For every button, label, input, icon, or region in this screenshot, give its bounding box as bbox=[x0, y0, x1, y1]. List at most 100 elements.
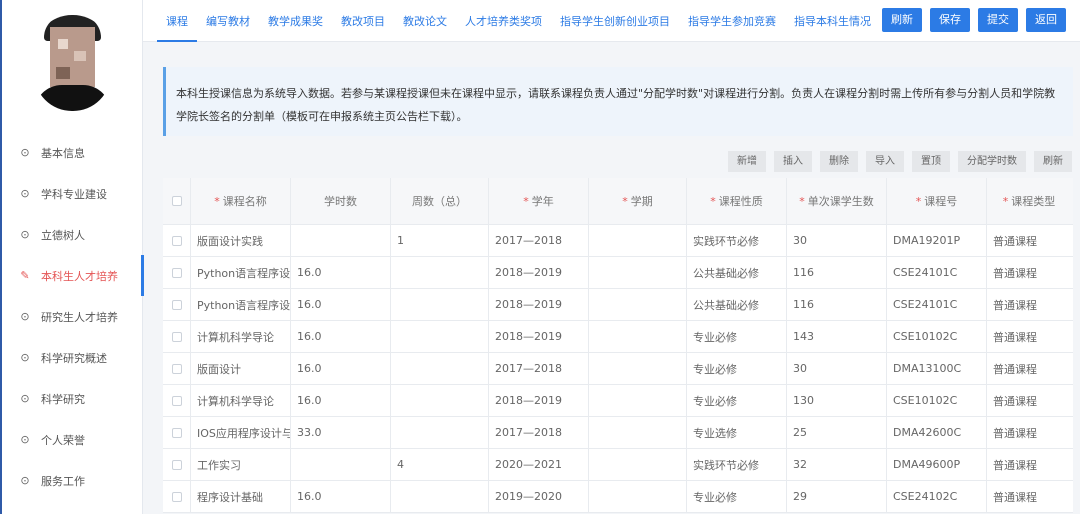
table-cell[interactable]: 2019—2020 bbox=[489, 481, 589, 512]
table-cell[interactable]: 143 bbox=[787, 321, 887, 352]
tab-item[interactable]: 课程 bbox=[157, 0, 197, 42]
row-checkbox[interactable] bbox=[163, 321, 191, 352]
tab-item[interactable]: 教改项目 bbox=[332, 0, 394, 42]
row-checkbox[interactable] bbox=[163, 481, 191, 512]
table-cell[interactable]: IOS应用程序设计与... bbox=[191, 417, 291, 448]
table-cell[interactable]: 专业必修 bbox=[687, 481, 787, 512]
table-cell[interactable] bbox=[589, 417, 687, 448]
sidebar-item[interactable]: ⊙ 科学研究概述 bbox=[0, 337, 143, 378]
table-cell[interactable]: 版面设计实践 bbox=[191, 225, 291, 256]
table-cell[interactable] bbox=[291, 449, 391, 480]
table-cell[interactable] bbox=[391, 321, 489, 352]
table-cell[interactable]: CSE24101C bbox=[887, 289, 987, 320]
action-button[interactable]: 返回 bbox=[1026, 8, 1066, 32]
table-cell[interactable]: Python语言程序设计 bbox=[191, 289, 291, 320]
table-cell[interactable] bbox=[589, 353, 687, 384]
table-cell[interactable]: 实践环节必修 bbox=[687, 449, 787, 480]
table-cell[interactable]: CSE24102C bbox=[887, 481, 987, 512]
table-cell[interactable]: 16.0 bbox=[291, 321, 391, 352]
table-cell[interactable]: 普通课程 bbox=[987, 353, 1071, 384]
table-cell[interactable] bbox=[391, 353, 489, 384]
table-cell[interactable]: 普通课程 bbox=[987, 417, 1071, 448]
table-row[interactable]: 版面设计 16.0 2017—2018 专业必修 30 DMA13100C 普通课程 bbox=[163, 353, 1073, 385]
table-cell[interactable]: 专业必修 bbox=[687, 353, 787, 384]
table-cell[interactable]: 16.0 bbox=[291, 385, 391, 416]
table-cell[interactable]: 普通课程 bbox=[987, 225, 1071, 256]
table-cell[interactable]: DMA13100C bbox=[887, 353, 987, 384]
action-button[interactable]: 提交 bbox=[978, 8, 1018, 32]
table-cell[interactable] bbox=[589, 481, 687, 512]
row-checkbox[interactable] bbox=[163, 417, 191, 448]
table-cell[interactable]: 30 bbox=[787, 225, 887, 256]
toolbar-button[interactable]: 刷新 bbox=[1034, 151, 1072, 172]
tab-item[interactable]: 指导本科生情况 bbox=[785, 0, 880, 42]
table-cell[interactable]: 计算机科学导论 bbox=[191, 321, 291, 352]
sidebar-item[interactable]: ⊙ 学科专业建设 bbox=[0, 173, 143, 214]
table-cell[interactable]: Python语言程序设计 bbox=[191, 257, 291, 288]
table-cell[interactable]: 版面设计 bbox=[191, 353, 291, 384]
table-cell[interactable]: 计算机科学导论 bbox=[191, 385, 291, 416]
table-cell[interactable]: 普通课程 bbox=[987, 257, 1071, 288]
table-cell[interactable]: 程序设计基础 bbox=[191, 481, 291, 512]
table-cell[interactable] bbox=[589, 257, 687, 288]
sidebar-item[interactable]: ⊙ 基本信息 bbox=[0, 132, 143, 173]
table-cell[interactable]: 1 bbox=[391, 225, 489, 256]
action-button[interactable]: 保存 bbox=[930, 8, 970, 32]
tab-item[interactable]: 指导学生参加竞赛 bbox=[679, 0, 785, 42]
table-cell[interactable]: 2018—2019 bbox=[489, 321, 589, 352]
table-cell[interactable]: 130 bbox=[787, 385, 887, 416]
table-cell[interactable]: 公共基础必修 bbox=[687, 289, 787, 320]
table-cell[interactable]: 2017—2018 bbox=[489, 353, 589, 384]
table-cell[interactable]: 2018—2019 bbox=[489, 289, 589, 320]
toolbar-button[interactable]: 导入 bbox=[866, 151, 904, 172]
select-all-checkbox[interactable] bbox=[163, 178, 191, 224]
tab-item[interactable]: 人才培养类奖项 bbox=[456, 0, 551, 42]
toolbar-button[interactable]: 删除 bbox=[820, 151, 858, 172]
sidebar-item[interactable]: ⊙ 研究生人才培养 bbox=[0, 296, 143, 337]
table-row[interactable]: 版面设计实践 1 2017—2018 实践环节必修 30 DMA19201P 普通课程 bbox=[163, 225, 1073, 257]
table-cell[interactable]: 普通课程 bbox=[987, 481, 1071, 512]
sidebar-item[interactable]: ⊙ 服务工作 bbox=[0, 460, 143, 501]
table-cell[interactable] bbox=[391, 481, 489, 512]
table-cell[interactable]: CSE24101C bbox=[887, 257, 987, 288]
table-row[interactable]: 计算机科学导论 16.0 2018—2019 专业必修 143 CSE10102C 普通课程 bbox=[163, 321, 1073, 353]
sidebar-item[interactable]: ⊙ 立德树人 bbox=[0, 214, 143, 255]
table-cell[interactable]: 专业必修 bbox=[687, 321, 787, 352]
table-cell[interactable]: 16.0 bbox=[291, 257, 391, 288]
table-cell[interactable] bbox=[589, 449, 687, 480]
toolbar-button[interactable]: 分配学时数 bbox=[958, 151, 1026, 172]
table-cell[interactable] bbox=[391, 257, 489, 288]
toolbar-button[interactable]: 置顶 bbox=[912, 151, 950, 172]
table-cell[interactable]: 2020—2021 bbox=[489, 449, 589, 480]
row-checkbox[interactable] bbox=[163, 385, 191, 416]
table-cell[interactable]: 专业选修 bbox=[687, 417, 787, 448]
row-checkbox[interactable] bbox=[163, 353, 191, 384]
table-cell[interactable]: 普通课程 bbox=[987, 289, 1071, 320]
table-cell[interactable] bbox=[391, 289, 489, 320]
table-cell[interactable]: 2018—2019 bbox=[489, 385, 589, 416]
tab-item[interactable]: 指导学生创新创业项目 bbox=[551, 0, 679, 42]
toolbar-button[interactable]: 新增 bbox=[728, 151, 766, 172]
row-checkbox[interactable] bbox=[163, 449, 191, 480]
table-row[interactable]: Python语言程序设计 16.0 2018—2019 公共基础必修 116 CSE241… bbox=[163, 257, 1073, 289]
table-cell[interactable] bbox=[589, 289, 687, 320]
table-cell[interactable]: 16.0 bbox=[291, 353, 391, 384]
table-row[interactable]: IOS应用程序设计与...33.0 2017—2018 专业选修25DMA42600… bbox=[163, 417, 1073, 449]
row-checkbox[interactable] bbox=[163, 225, 191, 256]
row-checkbox[interactable] bbox=[163, 289, 191, 320]
avatar[interactable] bbox=[34, 15, 111, 111]
table-cell[interactable] bbox=[391, 417, 489, 448]
table-cell[interactable]: 30 bbox=[787, 353, 887, 384]
table-cell[interactable] bbox=[391, 385, 489, 416]
table-cell[interactable]: DMA42600C bbox=[887, 417, 987, 448]
sidebar-item[interactable]: ⊙ 科学研究 bbox=[0, 378, 143, 419]
table-cell[interactable]: 实践环节必修 bbox=[687, 225, 787, 256]
action-button[interactable]: 刷新 bbox=[882, 8, 922, 32]
table-cell[interactable]: 16.0 bbox=[291, 289, 391, 320]
table-cell[interactable]: 2017—2018 bbox=[489, 225, 589, 256]
table-cell[interactable]: 4 bbox=[391, 449, 489, 480]
table-cell[interactable] bbox=[589, 321, 687, 352]
table-cell[interactable]: 工作实习 bbox=[191, 449, 291, 480]
table-row[interactable]: 计算机科学导论 16.0 2018—2019 专业必修 130 CSE10102C 普通课程 bbox=[163, 385, 1073, 417]
table-cell[interactable]: DMA19201P bbox=[887, 225, 987, 256]
